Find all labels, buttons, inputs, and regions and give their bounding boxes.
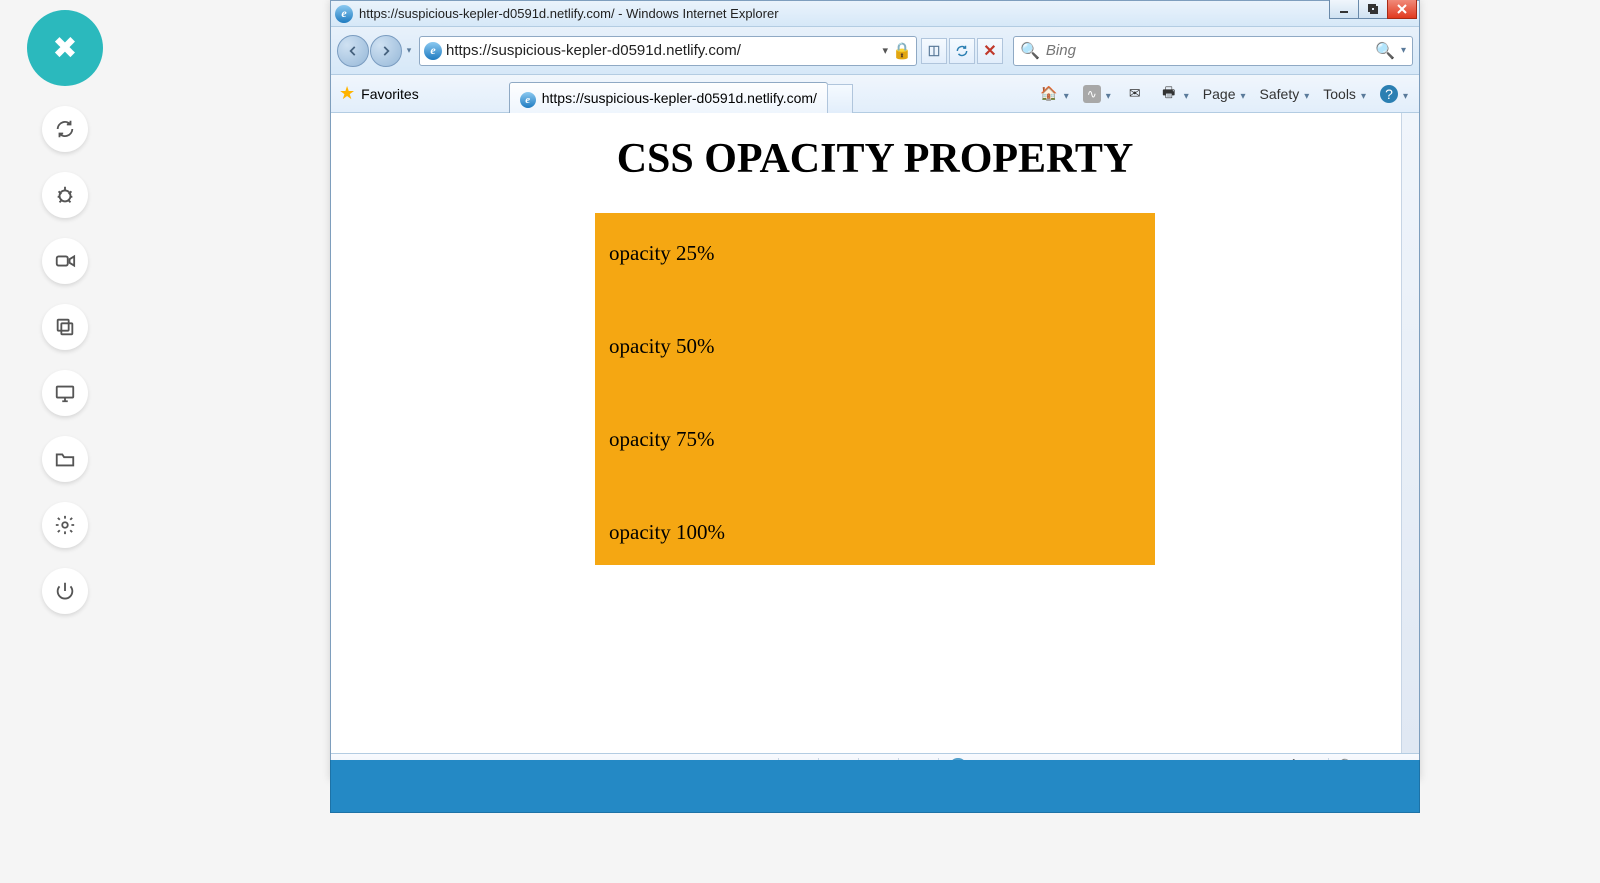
browser-tab[interactable]: e https://suspicious-kepler-d0591d.netli… [509,82,828,114]
nav-bar: e ▾ 🔒 ✕ 🔍 🔍 ▾ [331,27,1419,75]
opacity-line-50: opacity 50% [609,334,1141,359]
compat-view-button[interactable] [921,38,947,64]
bug-icon [54,184,76,206]
address-dropdown-icon[interactable]: ▾ [883,44,889,57]
search-box[interactable]: 🔍 🔍 ▾ [1013,36,1413,66]
home-icon: 🏠 [1039,84,1059,104]
ie-logo-icon: e [335,5,353,23]
back-button[interactable] [337,35,369,67]
close-icon: ✖ [52,31,77,66]
bottom-blue-bar [330,760,1420,813]
page-menu[interactable]: Page [1200,84,1249,104]
folder-icon [54,448,76,470]
mail-icon: ✉ [1125,84,1145,104]
search-input[interactable] [1046,42,1369,59]
vertical-scrollbar[interactable] [1401,113,1419,753]
feeds-button[interactable]: ∿ [1080,83,1114,105]
folder-button[interactable] [42,436,88,482]
app-sidebar: ✖ [0,0,130,883]
help-icon: ? [1380,85,1398,103]
video-button[interactable] [42,238,88,284]
rss-icon: ∿ [1083,85,1101,103]
sync-icon [54,118,76,140]
power-button[interactable] [42,568,88,614]
window-title: https://suspicious-kepler-d0591d.netlify… [359,6,1415,21]
print-icon: 🖶 [1159,84,1179,104]
minimize-button[interactable] [1329,0,1359,19]
stop-button[interactable]: ✕ [977,38,1003,64]
display-icon [54,382,76,404]
bug-button[interactable] [42,172,88,218]
title-bar: e https://suspicious-kepler-d0591d.netli… [331,1,1419,27]
tools-menu[interactable]: Tools [1320,84,1369,104]
url-input[interactable] [446,42,879,59]
help-button[interactable]: ? [1377,83,1411,105]
favorites-label[interactable]: Favorites [361,86,419,102]
mail-button[interactable]: ✉ [1122,82,1148,106]
copy-icon [54,316,76,338]
opacity-line-25: opacity 25% [609,241,1141,266]
maximize-button[interactable] [1358,0,1388,19]
print-button[interactable]: 🖶 [1156,82,1192,106]
display-button[interactable] [42,370,88,416]
search-dropdown-icon[interactable]: ▾ [1401,45,1406,56]
forward-button[interactable] [370,35,402,67]
close-session-button[interactable]: ✖ [27,10,103,86]
settings-button[interactable] [42,502,88,548]
page-heading: CSS OPACITY PROPERTY [331,113,1419,213]
ie-window: e https://suspicious-kepler-d0591d.netli… [330,0,1420,780]
search-icon: 🔍 [1020,41,1040,61]
opacity-line-75: opacity 75% [609,427,1141,452]
site-icon: e [424,42,442,60]
refresh-button[interactable] [949,38,975,64]
safety-menu[interactable]: Safety [1257,84,1313,104]
opacity-demo-box: opacity 25% opacity 50% opacity 75% opac… [595,213,1155,565]
nav-history-dropdown[interactable] [403,37,415,65]
new-tab-button[interactable] [827,84,853,114]
address-bar[interactable]: e ▾ 🔒 [419,36,917,66]
sync-button[interactable] [42,106,88,152]
lock-icon[interactable]: 🔒 [892,41,912,61]
gear-icon [54,514,76,536]
command-bar: ★ Favorites e https://suspicious-kepler-… [331,75,1419,113]
opacity-line-100: opacity 100% [609,520,1141,545]
copy-button[interactable] [42,304,88,350]
page-content: CSS OPACITY PROPERTY opacity 25% opacity… [331,113,1419,753]
tab-site-icon: e [520,90,536,106]
power-icon [54,580,76,602]
home-button[interactable]: 🏠 [1036,82,1072,106]
search-go-icon[interactable]: 🔍 [1375,41,1395,61]
video-icon [54,250,76,272]
favorites-star-icon[interactable]: ★ [339,83,355,104]
tab-label: https://suspicious-kepler-d0591d.netlify… [542,90,817,106]
window-close-button[interactable] [1387,0,1417,19]
